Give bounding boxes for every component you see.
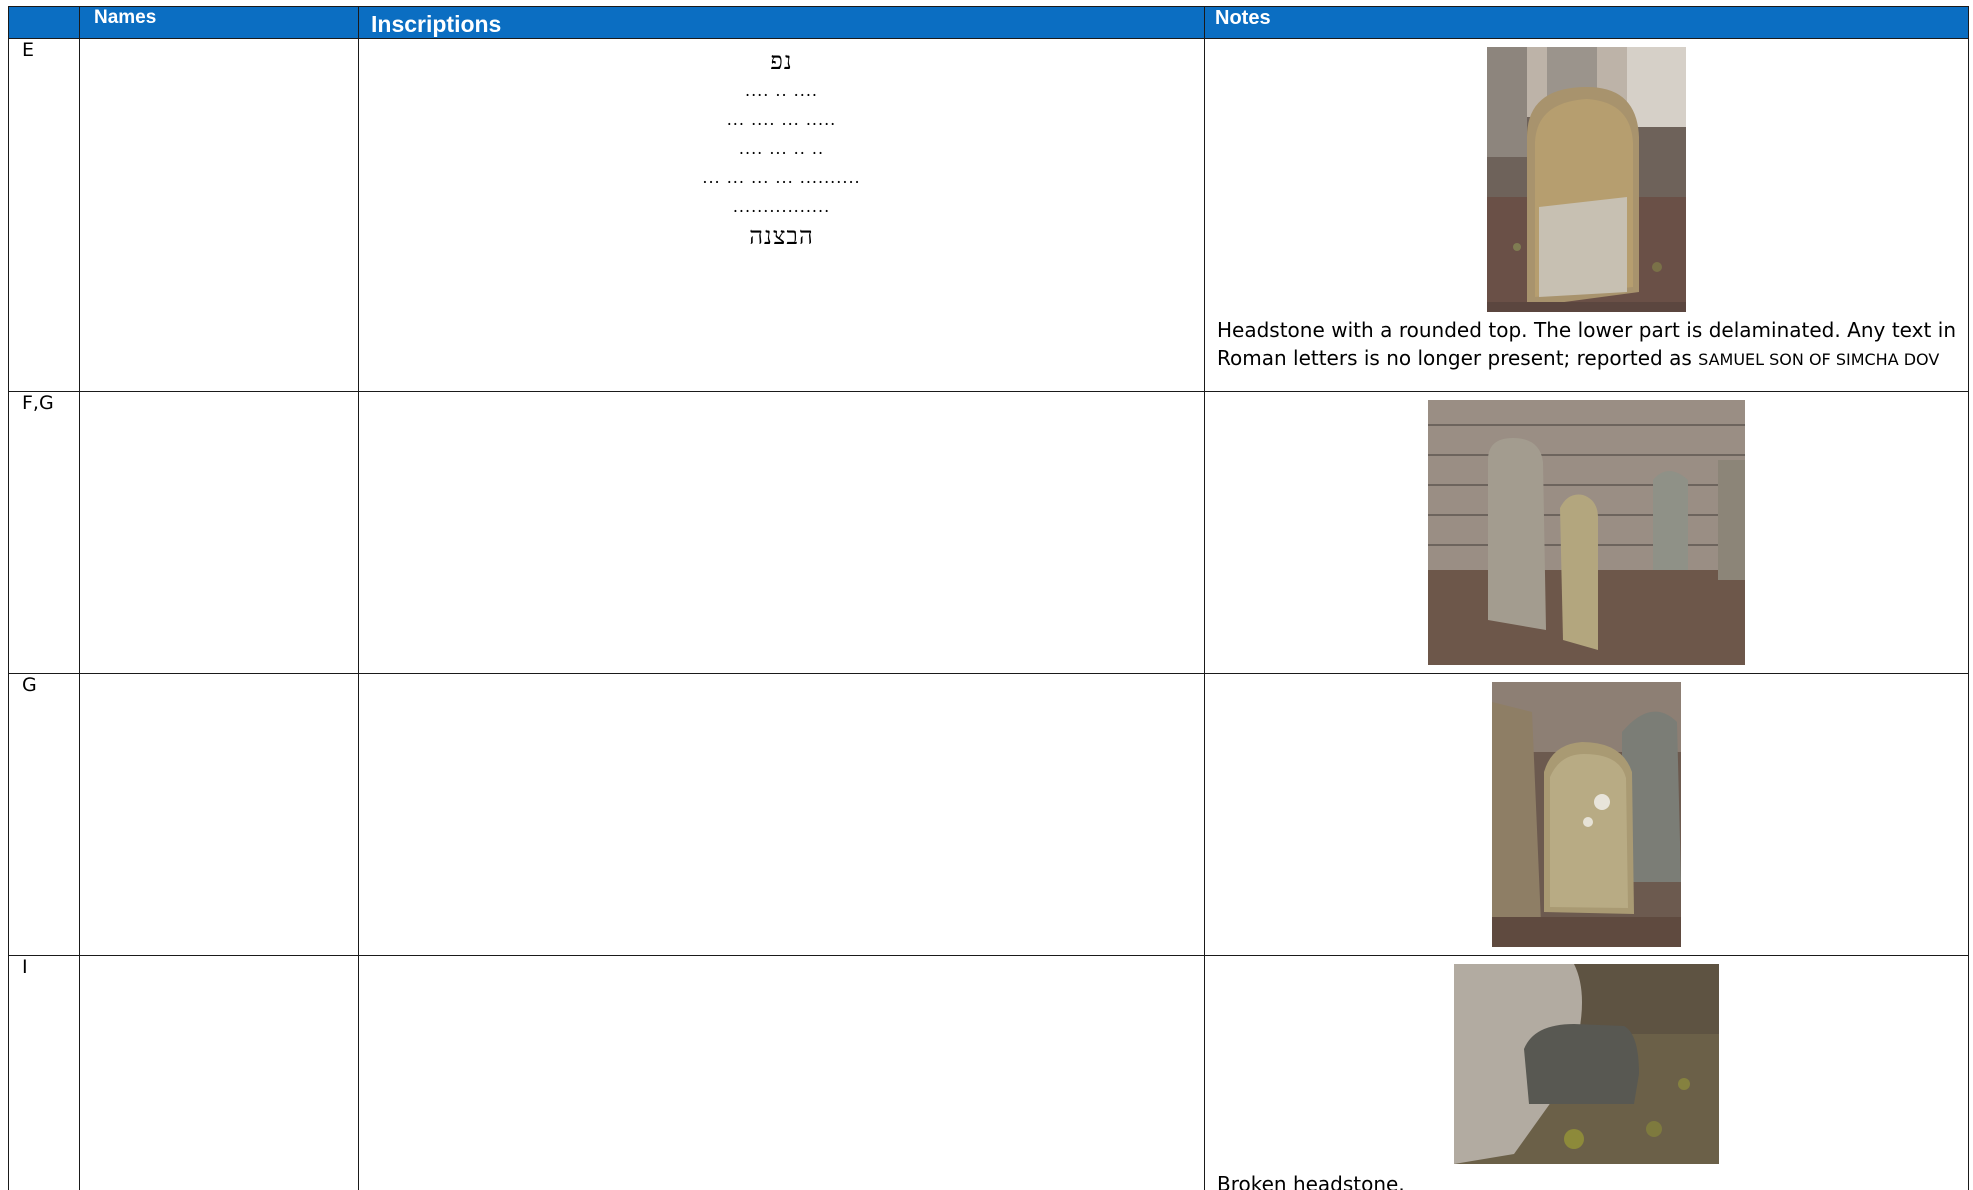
names-cell	[79, 673, 359, 956]
note-reported-name: SAMUEL SON OF SIMCHA DOV	[1698, 350, 1940, 369]
inscription-text: נפ .... .. .... ... .... ... ..... .... …	[359, 39, 1204, 251]
inscription-cell	[358, 673, 1205, 956]
table-row: E נפ .... .. .... ... .... ... ..... ...…	[8, 38, 1969, 392]
notes-cell: Headstone with a rounded top. The lower …	[1204, 38, 1969, 392]
names-cell	[79, 955, 359, 1190]
inscription-cell	[358, 391, 1205, 674]
inscription-cell	[358, 955, 1205, 1190]
table-row: G	[8, 673, 1969, 956]
inscription-cell: נפ .... .. .... ... .... ... ..... .... …	[358, 38, 1205, 392]
inscription-line: ................	[732, 197, 831, 216]
table-row: I Broken headstone.	[8, 955, 1969, 1190]
header-inscriptions: Inscriptions	[358, 6, 1205, 39]
names-cell	[79, 38, 359, 392]
notes-cell	[1204, 391, 1969, 674]
inscription-line: ... ... ... ... ..........	[702, 168, 861, 187]
inscription-line: הבצנה	[749, 222, 814, 250]
row-id: F,G	[8, 391, 80, 674]
row-id: E	[8, 38, 80, 392]
header-notes: Notes	[1204, 6, 1969, 39]
inscription-line: נפ	[770, 47, 793, 75]
notes-cell: Broken headstone.	[1204, 955, 1969, 1190]
document-sheet: Names Inscriptions Notes E נפ .... .. ..…	[0, 0, 1973, 1190]
headstone-photo	[1454, 964, 1719, 1164]
header-names: Names	[79, 6, 359, 39]
note-text: Headstone with a rounded top. The lower …	[1205, 316, 1968, 374]
headstone-photo	[1428, 400, 1745, 665]
inscription-line: .... .. ....	[744, 81, 819, 100]
names-cell	[79, 391, 359, 674]
row-id: G	[8, 673, 80, 956]
inscription-line: .... ... .. ..	[738, 139, 825, 158]
note-text: Broken headstone.	[1217, 1172, 1405, 1190]
header-row-id	[8, 6, 80, 39]
headstone-photo	[1492, 682, 1681, 947]
notes-cell	[1204, 673, 1969, 956]
headstone-photo	[1487, 47, 1686, 312]
table-header-row: Names Inscriptions Notes	[8, 6, 1969, 39]
table-row: F,G	[8, 391, 1969, 674]
inscription-line: ... .... ... .....	[726, 110, 837, 129]
grave-records-table: Names Inscriptions Notes E נפ .... .. ..…	[8, 6, 1969, 1190]
row-id: I	[8, 955, 80, 1190]
